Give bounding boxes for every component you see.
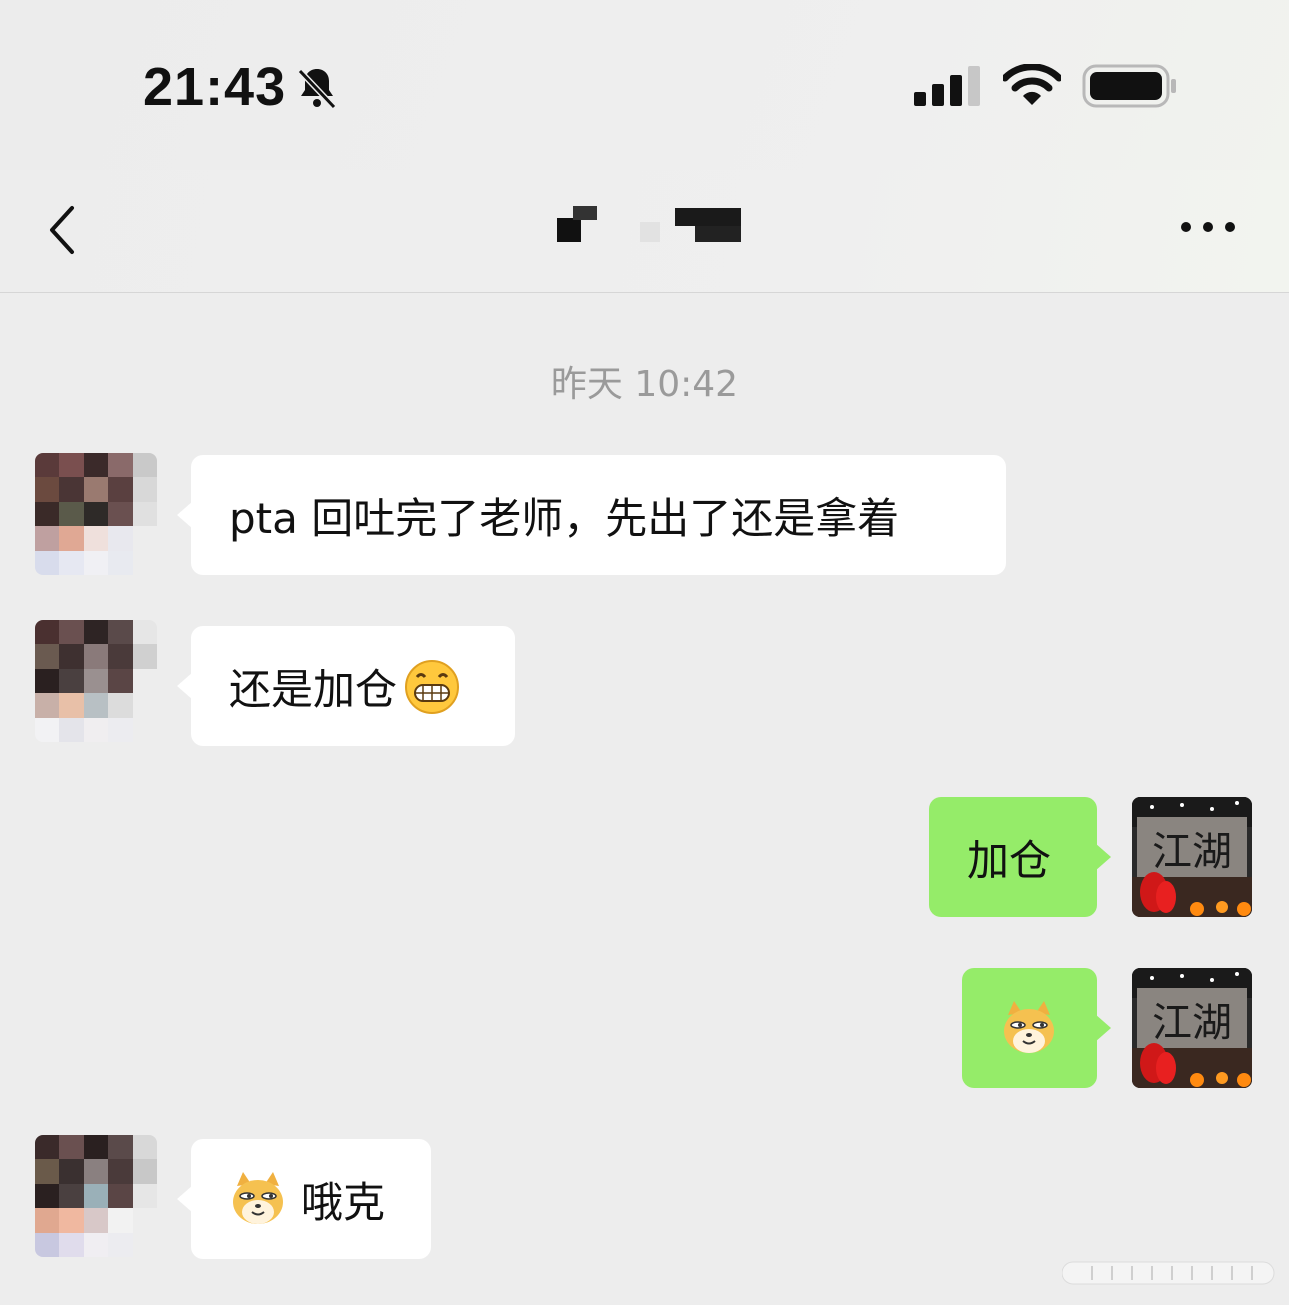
message-bubble-incoming[interactable]: 还是加仓 (177, 626, 515, 746)
wifi-icon (1003, 64, 1061, 105)
battery-icon (1082, 64, 1176, 108)
nav-bar (0, 170, 1289, 293)
bell-muted-icon (297, 68, 337, 110)
message-text: 加仓 (967, 835, 1052, 885)
self-avatar-image: 江湖 (1132, 797, 1252, 917)
self-avatar-image: 江湖 (1132, 968, 1252, 1088)
status-bar: 21:43 (0, 0, 1289, 170)
contact-avatar[interactable] (35, 620, 157, 742)
self-avatar[interactable]: 江湖 (1132, 797, 1252, 917)
message-bubble-outgoing[interactable] (962, 968, 1111, 1088)
redacted-title-mask (695, 226, 741, 242)
ellipsis-icon[interactable] (1176, 212, 1240, 242)
chat-timestamp: 昨天 10:42 (550, 364, 739, 405)
contact-avatar[interactable] (35, 1135, 157, 1257)
signal-icon (914, 66, 980, 106)
message-bubble-incoming[interactable]: 哦克 (177, 1139, 431, 1259)
redacted-title-mask (675, 208, 741, 226)
chat-title (540, 200, 760, 250)
redacted-title-mask (640, 222, 660, 242)
doge-emoji-icon (233, 1172, 283, 1224)
redacted-title-mask (557, 218, 581, 242)
self-avatar[interactable]: 江湖 (1132, 968, 1252, 1088)
status-time: 21:43 (143, 57, 287, 117)
watermark-stripes (1062, 1261, 1275, 1285)
avatar-sign-text: 江湖 (1152, 1000, 1232, 1046)
message-text: 还是加仓 (229, 664, 398, 714)
message-bubble-incoming[interactable]: pta 回吐完了老师，先出了还是拿着 (177, 455, 1006, 575)
avatar-sign-text: 江湖 (1152, 829, 1232, 875)
grin-emoji-icon (405, 660, 460, 714)
message-text: pta 回吐完了老师，先出了还是拿着 (229, 493, 900, 543)
message-bubble-outgoing[interactable]: 加仓 (929, 797, 1111, 917)
message-text: 哦克 (301, 1177, 386, 1227)
redacted-title-mask (573, 206, 597, 220)
chevron-left-icon[interactable] (40, 200, 90, 260)
contact-avatar[interactable] (35, 453, 157, 575)
doge-emoji-icon (1004, 1001, 1054, 1053)
